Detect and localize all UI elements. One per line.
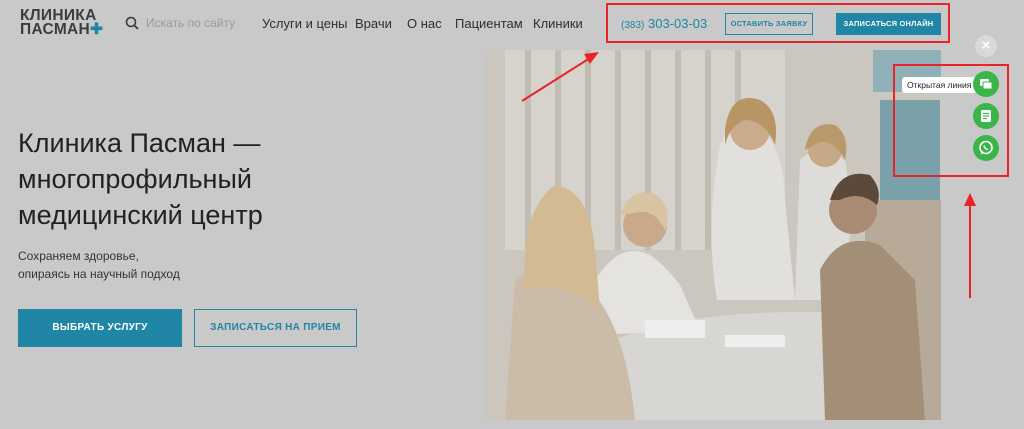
hero-subtitle: Сохраняем здоровье, опираясь на научный … <box>18 247 180 283</box>
logo[interactable]: КЛИНИКА ПАСМАН✚ <box>20 8 104 38</box>
nav-item-services[interactable]: Услуги и цены <box>262 16 348 31</box>
hero-photo-illustration <box>485 50 941 420</box>
nav-item-doctors[interactable]: Врачи <box>355 16 392 31</box>
search-icon[interactable] <box>125 16 139 30</box>
whatsapp-button[interactable] <box>973 135 999 161</box>
hero-title-line1: Клиника Пасман — <box>18 128 261 158</box>
chat-icon <box>980 79 993 90</box>
hero-title: Клиника Пасман — многопрофильный медицин… <box>18 125 438 233</box>
annotation-box-header <box>606 3 950 43</box>
logo-plus-icon: ✚ <box>90 21 104 38</box>
search-input[interactable] <box>146 14 256 32</box>
hero-photo <box>485 50 941 420</box>
annotation-arrowhead-widget <box>964 193 976 206</box>
open-line-tooltip: Открытая линия <box>902 77 977 93</box>
hero-subtitle-line2: опираясь на научный подход <box>18 267 180 281</box>
nav-item-patients[interactable]: Пациентам <box>455 16 523 31</box>
book-appointment-button[interactable]: ЗАПИСАТЬСЯ НА ПРИЕМ <box>194 309 357 347</box>
whatsapp-icon <box>979 140 993 155</box>
hero-subtitle-line1: Сохраняем здоровье, <box>18 249 139 263</box>
hero-title-line3: медицинский центр <box>18 200 263 230</box>
open-line-chat-button[interactable] <box>973 71 999 97</box>
form-icon <box>981 110 991 122</box>
nav-item-clinics[interactable]: Клиники <box>533 16 583 31</box>
choose-service-button[interactable]: ВЫБРАТЬ УСЛУГУ <box>18 309 182 347</box>
logo-line2: ПАСМАН✚ <box>20 21 104 38</box>
page-overlay: КЛИНИКА ПАСМАН✚ Услуги и цены Врачи О на… <box>0 0 1024 429</box>
form-button[interactable] <box>973 103 999 129</box>
nav-item-about[interactable]: О нас <box>407 16 442 31</box>
hero-title-line2: многопрофильный <box>18 164 252 194</box>
close-widget-button[interactable]: × <box>975 35 997 57</box>
